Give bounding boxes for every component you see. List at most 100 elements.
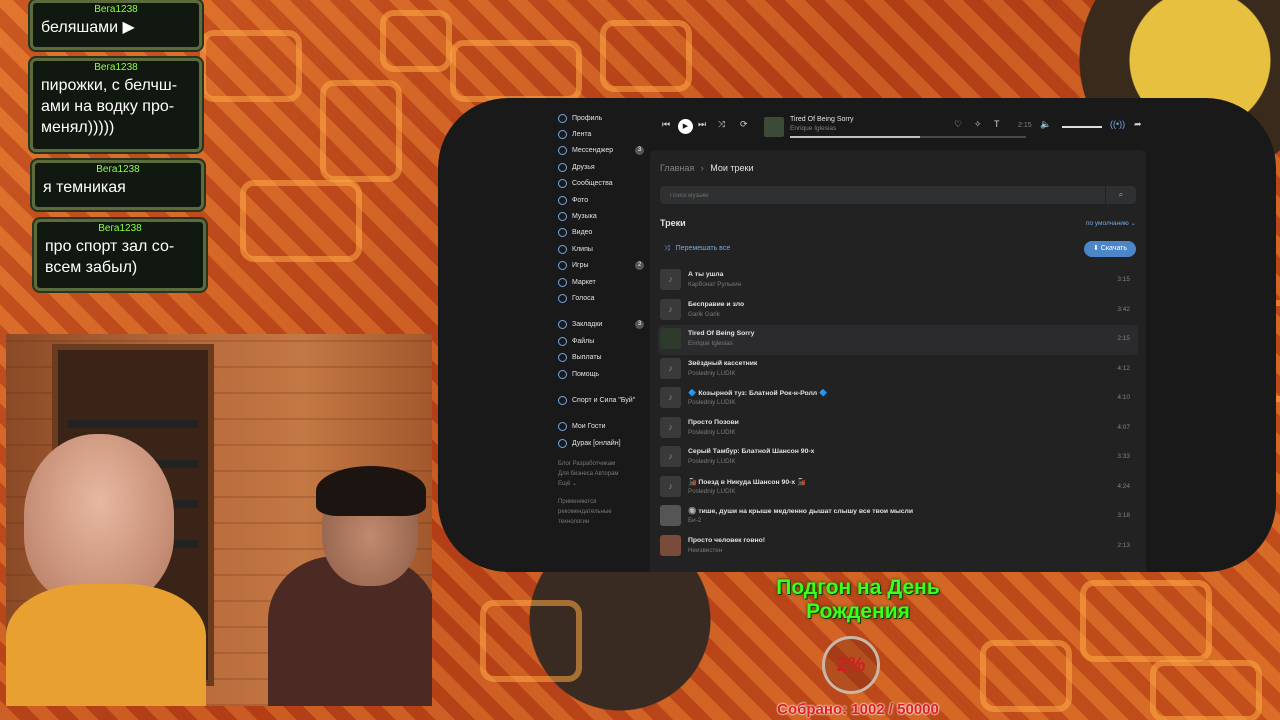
sidebar-item-help[interactable]: Помощь [558, 366, 648, 382]
repeat-icon[interactable]: ⟳ [740, 119, 748, 130]
footer-links[interactable]: Блог Разработчикам [558, 459, 648, 469]
files-icon [558, 336, 567, 346]
note-icon: ♪ [660, 357, 681, 379]
sidebar-item-durak[interactable]: Дурак [онлайн] [558, 435, 648, 451]
chat-nick: Вега1238 [94, 4, 138, 15]
chat-text: беляшами ▶ [41, 19, 135, 36]
lyrics-icon[interactable]: T [994, 119, 1000, 129]
sidebar-item-music[interactable]: Музыка [558, 208, 648, 224]
section-title: Треки [660, 218, 686, 228]
payouts-icon [558, 353, 567, 363]
app-icon [558, 438, 567, 448]
search-icon[interactable]: ⌕ [1105, 186, 1136, 204]
clips-icon [558, 244, 567, 254]
music-search: ⌕ [660, 186, 1136, 204]
votes-icon [558, 293, 567, 303]
cover-thumb [660, 328, 681, 349]
track-row[interactable]: ♪ Бесправие и зло Garik Garik 3:42 [658, 296, 1138, 326]
track-row[interactable]: ♪ Просто Позови Posledniy LUDIK 4:07 [658, 414, 1138, 444]
search-input[interactable] [668, 189, 1092, 203]
music-panel: Главная › Мои треки ⌕ Треки по умолчанию… [650, 150, 1146, 572]
note-icon: ♪ [660, 446, 681, 467]
volume-slider[interactable] [1062, 126, 1102, 128]
sidebar-item-guests[interactable]: Мои Гости [558, 419, 648, 435]
sidebar-item-photos[interactable]: Фото [558, 192, 648, 208]
sidebar-item-bookmarks[interactable]: Закладки 3 [558, 317, 648, 333]
track-row[interactable]: ♪ А ты ушла Карбонат Рулькин 3:15 [658, 266, 1138, 296]
sidebar-item-community-sport[interactable]: Спорт и Сила "Буй" [558, 392, 648, 408]
note-icon: ♪ [660, 387, 681, 408]
track-list: ♪ А ты ушла Карбонат Рулькин 3:15 ♪ Бесправи… [658, 266, 1138, 561]
donation-collected: Собрано: 1002 / 50000 [777, 701, 939, 718]
donation-progress-ring: 2% [822, 636, 880, 694]
sidebar-item-profile[interactable]: Профиль [558, 110, 648, 126]
profile-icon [558, 113, 567, 123]
track-row[interactable]: Просто человек говно! Неизвестен 2:13 [658, 532, 1138, 562]
sort-dropdown[interactable]: по умолчанию ⌄ [1086, 219, 1136, 227]
chat-message: Вега1238 пирожки, с белчш-ами на водку п… [30, 58, 202, 152]
sidebar-item-feed[interactable]: Лента [558, 126, 648, 142]
shuffle-all-button[interactable]: ⤨ Перемешать все [664, 245, 730, 253]
sidebar-footer: Блог Разработчикам Для бизнеса Авторам Е… [558, 459, 648, 527]
sidebar-item-video[interactable]: Видео [558, 225, 648, 241]
chat-message: Вега1238 я темникая [32, 160, 204, 210]
sidebar-item-files[interactable]: Файлы [558, 333, 648, 349]
chat-message: Вега1238 беляшами ▶ [30, 0, 202, 50]
note-icon: ♪ [660, 298, 681, 320]
breadcrumb-home[interactable]: Главная [660, 163, 694, 173]
games-badge: 2 [635, 261, 644, 271]
vk-music-window: Профиль Лента Мессенджер 3 Друзья Сообщес… [438, 98, 1276, 572]
shuffle-icon[interactable]: ⤨ [718, 119, 725, 130]
communities-icon [558, 179, 567, 189]
cover-thumb [660, 505, 681, 526]
track-row[interactable]: ♪ 🔷 Козырной туз: Блатной Рок-н-Ролл 🔷 Pos… [658, 384, 1138, 414]
track-row[interactable]: 🔘 тише, души на крыше медленно дышат слы… [658, 502, 1138, 532]
sidebar-item-messenger[interactable]: Мессенджер 3 [558, 143, 648, 159]
sidebar-item-clips[interactable]: Клипы [558, 241, 648, 257]
download-button[interactable]: ⬇ Скачать [1084, 241, 1136, 257]
progress-bar[interactable] [790, 136, 1026, 138]
sidebar-item-communities[interactable]: Сообщества [558, 176, 648, 192]
music-icon [558, 212, 567, 222]
note-icon: ♪ [660, 475, 681, 497]
now-playing-title: Tired Of Being Sorry [790, 116, 854, 123]
sidebar-item-votes[interactable]: Голоса [558, 290, 648, 306]
broadcast-icon[interactable]: ((•)) [1110, 119, 1125, 129]
footer-links[interactable]: Для бизнеса Авторам [558, 469, 648, 479]
previous-icon[interactable]: ⏮ [662, 119, 670, 130]
chat-text: про спорт зал со-всем забыл) [45, 238, 175, 276]
track-time: 2:15 [1018, 122, 1032, 129]
friends-icon [558, 162, 567, 172]
dislike-icon[interactable]: ♡ [954, 119, 962, 130]
app-icon [558, 422, 567, 432]
person-left [24, 434, 174, 604]
video-icon [558, 228, 567, 238]
left-sidebar: Профиль Лента Мессенджер 3 Друзья Сообщес… [558, 110, 648, 527]
sidebar-item-friends[interactable]: Друзья [558, 159, 648, 175]
track-row[interactable]: ♪ 🚂 Поезд в Никуда Шансон 90-х 🚂 Posledniy… [658, 473, 1138, 503]
breadcrumb-separator: › [700, 163, 704, 173]
chat-nick: Вега1238 [98, 223, 142, 234]
now-playing-artist[interactable]: Enrique Iglesias [790, 125, 836, 132]
track-row[interactable]: ♪ Звёздный кассетник Posledniy LUDIK 4:12 [658, 355, 1138, 385]
footer-note: Применяются рекомендательные технологии [558, 499, 612, 526]
play-button[interactable]: ▶ [678, 119, 693, 134]
sidebar-item-market[interactable]: Маркет [558, 274, 648, 290]
sparkle-icon[interactable]: ✧ [974, 119, 982, 130]
note-icon: ♪ [660, 269, 681, 290]
volume-icon[interactable]: 🔈 [1040, 119, 1051, 130]
chat-nick: Вега1238 [94, 62, 138, 73]
market-icon [558, 277, 567, 287]
sidebar-item-payouts[interactable]: Выплаты [558, 349, 648, 365]
share-icon[interactable]: ➦ [1134, 119, 1142, 130]
sidebar-item-games[interactable]: Игры 2 [558, 258, 648, 274]
next-icon[interactable]: ⏭ [698, 119, 706, 130]
track-row[interactable]: ♪ Серый Тамбур: Блатной Шансон 90-х Posled… [658, 443, 1138, 473]
audio-player: ⏮ ▶ ⏭ ⤨ ⟳ Tired Of Being Sorry Enrique I… [648, 110, 1148, 146]
breadcrumb: Главная › Мои треки [660, 163, 754, 173]
help-icon [558, 369, 567, 379]
bookmark-icon [558, 320, 567, 330]
shuffle-icon: ⤨ [664, 245, 670, 252]
footer-more[interactable]: Ещё ⌄ [558, 479, 648, 489]
track-row-playing[interactable]: Tired Of Being Sorry Enrique Iglesias 2:15 [658, 325, 1138, 355]
